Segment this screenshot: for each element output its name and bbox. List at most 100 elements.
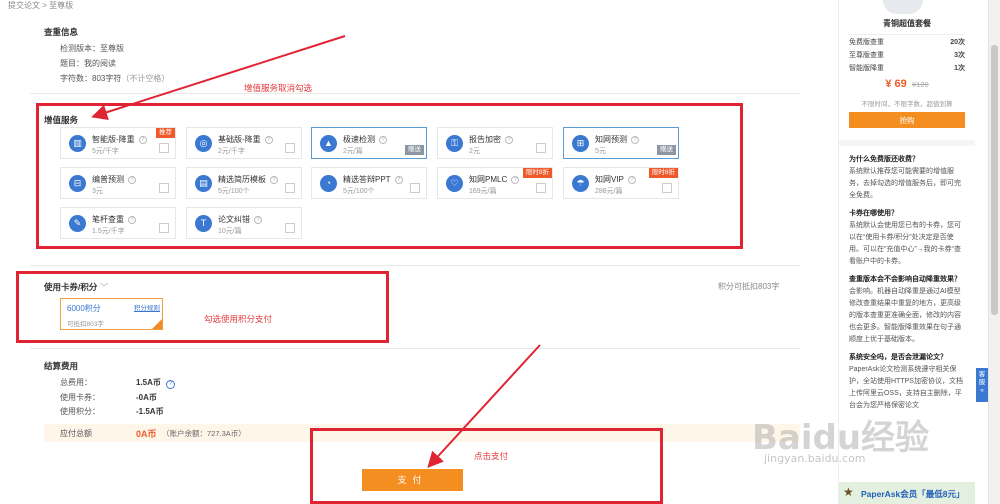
faq-question: 查重版本会不会影响自动降重效果？ [849,276,961,283]
divider [839,140,975,146]
rocket-icon: ▲ [320,135,337,152]
buy-package-button[interactable]: 抢购 [849,112,965,128]
service-checkbox[interactable] [536,143,546,153]
help-icon[interactable]: ? [379,136,387,144]
main-content: 提交论文 > 至尊版 查重信息 检测版本：至尊版 题目：我的阅读 字符数：803… [0,0,825,504]
coupon-deduct: 可抵扣803字 [67,321,104,328]
account-balance: （账户余额：727.3A币） [162,429,246,438]
service-checkbox[interactable] [410,183,420,193]
service-card-defense-ppt[interactable]: ◔ 精选答辩PPT? 5元/100个 [311,167,427,199]
customer-service-tab[interactable]: 客服 « [976,368,988,402]
faq-answer: PaperAsk论文检测系统遵守相关保护，全站使用HTTPS加密协议，文档上传阿… [849,366,963,409]
scrollbar-thumb[interactable] [991,45,998,315]
service-name: 极速检测 [343,135,375,144]
breadcrumb: 提交论文 > 至尊版 [8,0,73,11]
help-icon[interactable]: ? [264,136,273,144]
breadcrumb-current: 至尊版 [49,1,74,10]
points-rule-link[interactable]: 积分规则 [134,302,160,312]
points-coupon-card[interactable]: 6000积分 可抵扣803字 积分规则 [60,298,163,330]
service-card-fast-check[interactable]: ▲ 极速检测? 2元/篇 赠送 [311,127,427,159]
package-item: 智能版降重 1次 [849,63,965,73]
service-card-error-correct[interactable]: T 论文纠错? 10元/篇 [186,207,302,239]
customer-service-label: 客服 [978,371,986,386]
service-name: 知网预测 [595,135,627,144]
service-checkbox[interactable] [159,183,169,193]
member-banner[interactable]: ★ PaperAsk会员「最低8元」 [839,482,975,504]
service-checkbox[interactable] [285,223,295,233]
fee-label: 总费用： [60,378,92,387]
pay-button[interactable]: 支付 [362,469,463,491]
help-icon[interactable]: ? [631,136,639,144]
help-icon[interactable]: ? [270,176,278,184]
topic-label: 题目：我的阅读 [60,59,116,68]
amount-due-value: 0A币 [136,429,157,439]
umbrella-icon: ☂ [572,175,589,192]
banner-text: PaperAsk会员「最低8元」 [861,489,965,499]
breadcrumb-separator: > [42,1,47,10]
coupon-value: 6000积分 [67,304,101,313]
service-price: 2元/千字 [218,148,245,155]
chars-label: 字符数：803字符 [60,74,122,83]
service-name: 基础版-降重 [218,135,261,144]
faq-question: 系统安全吗，是否会泄漏论文？ [849,354,947,361]
version-label: 检测版本：至尊版 [60,44,124,53]
watermark-url: jingyan.baidu.com [764,452,866,465]
service-price: 5元/千字 [92,148,119,155]
coupon-fee-value: -0A币 [136,393,157,402]
service-card-smart-rewrite[interactable]: ▥ 智能版-降重? 5元/千字 推荐 [60,127,176,159]
package-item-count: 20次 [950,39,965,46]
help-icon[interactable]: ? [166,380,176,389]
help-icon[interactable]: ? [505,136,513,144]
help-icon[interactable]: ? [138,136,147,144]
coupon-section-toggle[interactable]: 使用卡券/积分 ﹀ [44,281,108,293]
service-checkbox[interactable] [536,183,546,193]
points-fee-label: 使用积分： [60,407,100,416]
grid-icon: ⊟ [69,175,86,192]
package-item: 免费版查重 20次 [849,37,965,47]
service-card-resume-template[interactable]: ▤ 精选简历模板? 5元/100个 [186,167,302,199]
service-checkbox[interactable] [285,143,295,153]
help-icon[interactable]: ? [128,216,136,224]
text-icon: T [195,215,212,232]
selected-corner-icon [152,319,162,329]
service-checkbox[interactable] [159,143,169,153]
target-icon: ◎ [195,135,212,152]
faq-question: 卡券在哪使用？ [849,210,898,217]
service-price: 3元 [92,188,103,195]
package-title: 青铜超值套餐 [883,19,931,28]
service-name: 精选答辩PPT [343,175,391,184]
package-price-line: ¥ 69 ¥120 [839,78,975,90]
divider [30,265,800,266]
service-checkbox[interactable] [662,183,672,193]
service-card-cnki-vip[interactable]: ☂ 知网VIP? 288元/篇 限时8折 [563,167,679,199]
service-price: 2元/篇 [343,148,363,155]
service-card-bigan-check[interactable]: ✎ 笔杆查重? 1.5元/千字 [60,207,176,239]
service-name: 笔杆查重 [92,215,124,224]
service-card-cnki-predict[interactable]: ⊞ 知网预测? 5元 赠送 [563,127,679,159]
service-name: 知网PMLC [469,175,508,184]
help-icon[interactable]: ? [511,176,520,184]
faq-answer: 会影响。机器自动降重是通过AI模型修改查重结果中重复的地方，更高级的版本查重更准… [849,288,961,343]
service-price: 288元/篇 [595,188,623,195]
help-icon[interactable]: ? [254,216,262,224]
double-chevron-left-icon: « [980,387,984,394]
help-icon[interactable]: ? [128,176,136,184]
faq-answer: 系统默认会使用您已有的卡券，您可以在“使用卡券/积分”处决定是否使用。可以在“充… [849,222,961,265]
service-card-wp-predict[interactable]: ⊟ 编普预测? 3元 [60,167,176,199]
service-card-report-encrypt[interactable]: ⚿ 报告加密? 2元 [437,127,553,159]
settlement-title: 结算费用 [44,361,79,371]
service-card-basic-rewrite[interactable]: ◎ 基础版-降重? 2元/千字 [186,127,302,159]
scrollbar[interactable] [988,0,1000,504]
service-checkbox[interactable] [159,223,169,233]
pen-icon: ✎ [69,215,86,232]
service-name: 知网VIP [595,175,624,184]
total-fee-value: 1.5A币 [136,378,161,387]
help-icon[interactable]: ? [627,176,636,184]
breadcrumb-submit[interactable]: 提交论文 [8,1,40,10]
fee-value: 1.5A币 ? [136,377,176,389]
service-checkbox[interactable] [285,183,295,193]
help-icon[interactable]: ? [394,176,403,184]
service-price: 169元/篇 [469,188,497,195]
chars-note: （不计空格） [121,74,170,83]
service-card-cnki-pmlc[interactable]: ♡ 知网PMLC? 169元/篇 限时8折 [437,167,553,199]
